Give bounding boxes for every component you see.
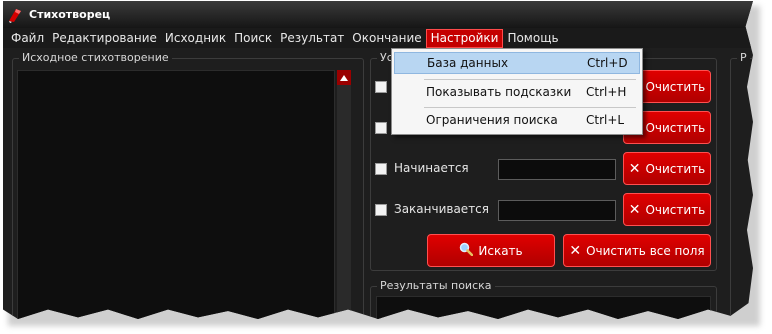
menu-file[interactable]: Файл xyxy=(7,29,48,48)
menu-item-show-hints[interactable]: Показывать подсказки Ctrl+H xyxy=(394,81,640,103)
menu-item-shortcut: Ctrl+H xyxy=(586,85,627,99)
clear-button-label: Очистить xyxy=(645,120,706,135)
scroll-up-button[interactable] xyxy=(337,70,351,85)
clear-all-button-label: Очистить все поля xyxy=(586,243,705,258)
menu-item-shortcut: Ctrl+D xyxy=(587,56,628,70)
menu-ending[interactable]: Окончание xyxy=(348,29,425,48)
search-button-label: Искать xyxy=(478,243,523,258)
menu-item-search-limits[interactable]: Ограничения поиска Ctrl+L xyxy=(394,109,640,131)
menu-search[interactable]: Поиск xyxy=(230,29,276,48)
menu-item-database[interactable]: База данных Ctrl+D xyxy=(394,52,640,74)
source-poem-group-title: Исходное стихотворение xyxy=(19,51,172,64)
clear-button-label: Очистить xyxy=(645,202,706,217)
condition-checkbox-1[interactable] xyxy=(375,81,387,93)
clear-button-3[interactable]: ✕ Очистить xyxy=(623,152,711,185)
search-results-group-title: Результаты поиска xyxy=(377,279,495,292)
starts-with-input[interactable] xyxy=(498,159,616,180)
settings-dropdown: База данных Ctrl+D Показывать подсказки … xyxy=(391,48,643,135)
clear-button-4[interactable]: ✕ Очистить xyxy=(623,193,711,226)
menu-item-label: Показывать подсказки xyxy=(426,85,572,99)
menu-settings[interactable]: Настройки xyxy=(425,28,504,48)
starts-with-checkbox[interactable] xyxy=(375,163,387,175)
source-scrollbar[interactable] xyxy=(337,70,351,319)
title-bar: Стихотворец xyxy=(3,1,753,28)
menu-separator xyxy=(424,79,636,80)
menu-item-label: Ограничения поиска xyxy=(426,113,558,127)
menu-item-shortcut: Ctrl+L xyxy=(586,113,625,127)
starts-with-label: Начинается xyxy=(394,161,469,175)
search-button[interactable]: Искать xyxy=(427,234,555,267)
ends-with-label: Заканчивается xyxy=(394,202,489,216)
arrow-up-icon xyxy=(340,74,348,81)
clear-button-label: Очистить xyxy=(645,161,706,176)
window-title: Стихотворец xyxy=(29,8,111,21)
app-logo-icon xyxy=(7,7,23,23)
menu-edit[interactable]: Редактирование xyxy=(48,29,161,48)
close-icon: ✕ xyxy=(628,160,641,177)
right-group-title: Р xyxy=(737,51,750,64)
menu-source[interactable]: Исходник xyxy=(161,29,230,48)
condition-checkbox-2[interactable] xyxy=(375,122,387,134)
menu-bar: Файл Редактирование Исходник Поиск Резул… xyxy=(3,28,753,48)
menu-item-label: База данных xyxy=(427,56,509,70)
close-icon: ✕ xyxy=(628,201,641,218)
ends-with-input[interactable] xyxy=(498,200,616,221)
ends-with-checkbox[interactable] xyxy=(375,204,387,216)
menu-separator xyxy=(424,107,636,108)
clear-button-label: Очистить xyxy=(645,79,706,94)
close-icon: ✕ xyxy=(569,242,582,259)
menu-result[interactable]: Результат xyxy=(276,29,348,48)
menu-help[interactable]: Помощь xyxy=(503,29,562,48)
source-poem-textarea[interactable] xyxy=(17,70,335,319)
app-window: Стихотворец Файл Редактирование Исходник… xyxy=(3,1,753,319)
clear-all-button[interactable]: ✕ Очистить все поля xyxy=(563,234,711,267)
magnifier-icon xyxy=(459,242,474,259)
